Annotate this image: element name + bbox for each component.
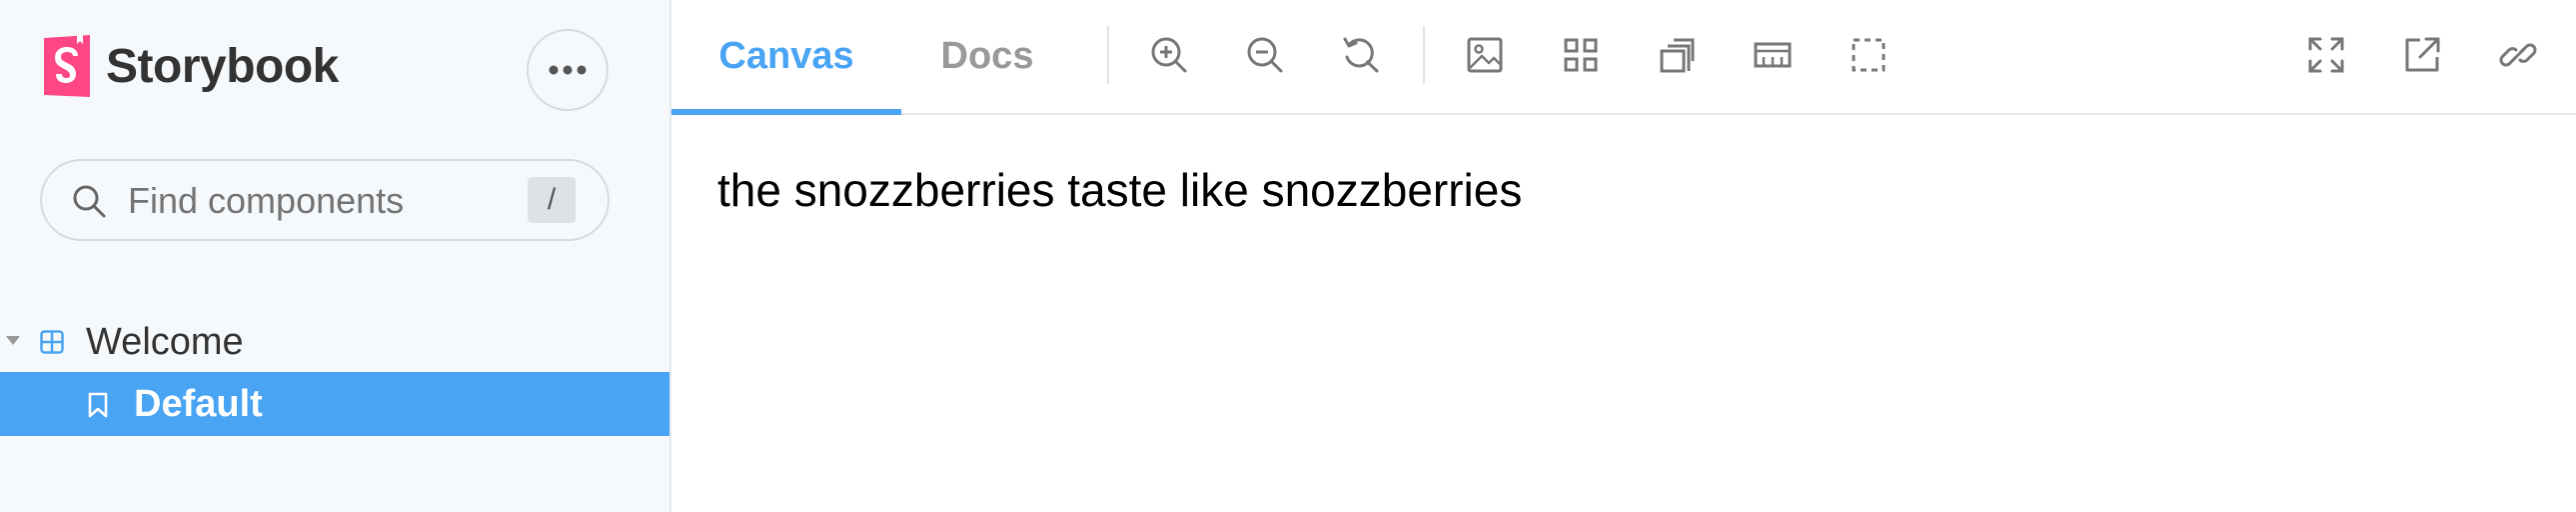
background-button[interactable] [1459,29,1511,81]
measure-button[interactable] [1747,29,1799,81]
toolbar: Canvas Docs [671,0,2576,115]
copy-link-button[interactable] [2492,29,2544,81]
viewport-icon [1852,38,1886,72]
fullscreen-icon [2308,37,2344,73]
search-box[interactable]: / [40,159,610,241]
tree-group-label: Welcome [86,321,244,363]
zoom-out-button[interactable] [1239,29,1291,81]
viewport-button[interactable] [1843,29,1895,81]
tab-docs[interactable]: Docs [903,0,1071,113]
tree-group-welcome[interactable]: Welcome [0,310,669,372]
zoom-in-icon [1151,37,1187,73]
component-icon [40,330,64,354]
measure-icon [1754,42,1792,68]
story-tree: Welcome Default [0,310,669,436]
search-input[interactable] [128,175,508,227]
grid-button[interactable] [1555,29,1607,81]
zoom-reset-button[interactable] [1335,29,1387,81]
story-text: the snozzberries taste like snozzberries [717,164,1523,216]
grid-icon [1564,38,1598,72]
bookmark-icon [88,392,108,418]
outline-icon [1660,38,1695,73]
sidebar: Storybook / Welcome [0,0,669,512]
story-canvas: the snozzberries taste like snozzberries [671,117,2576,512]
zoom-reset-icon [1343,37,1379,73]
copy-link-icon [2499,43,2537,67]
brand-name: Storybook [106,40,339,93]
zoom-in-button[interactable] [1143,29,1195,81]
open-new-tab-button[interactable] [2396,29,2448,81]
open-new-tab-icon [2405,37,2440,72]
outline-button[interactable] [1651,29,1703,81]
background-icon [1467,37,1503,73]
ellipsis-icon [549,65,587,75]
search-icon [73,185,106,218]
toolbar-separator [1423,26,1425,84]
tab-canvas[interactable]: Canvas [671,0,901,115]
more-options-button[interactable] [527,29,609,111]
search-shortcut-key: / [528,177,576,223]
storybook-logo-icon [44,34,90,97]
brand[interactable]: Storybook [40,34,339,100]
tree-item-default[interactable]: Default [0,372,669,436]
fullscreen-button[interactable] [2300,29,2352,81]
tree-item-label: Default [134,383,263,425]
zoom-out-icon [1247,37,1283,73]
toolbar-separator [1107,26,1109,84]
caret-down-icon [6,336,20,345]
